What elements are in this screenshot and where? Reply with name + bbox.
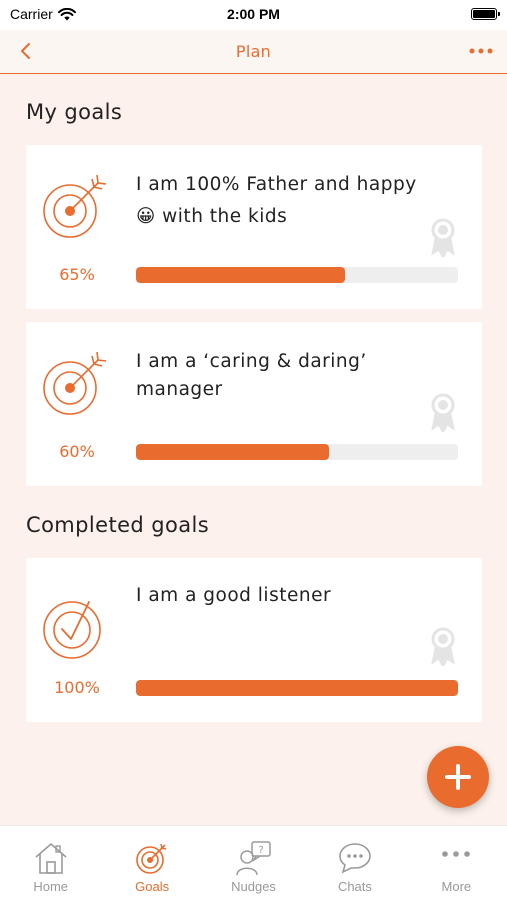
- award-badge-icon: [431, 393, 455, 432]
- target-arrow-icon: [43, 174, 107, 238]
- goal-progress-track: [136, 444, 458, 460]
- nudges-icon: ?: [235, 841, 271, 876]
- award-badge-icon: [431, 218, 455, 257]
- page-title: Plan: [235, 42, 272, 61]
- status-time: 2:00 PM: [227, 6, 280, 22]
- tab-chats[interactable]: Chats: [304, 826, 405, 900]
- my-goals-heading: My goals: [26, 100, 123, 124]
- goal-title: I am 100% Father and happy 😀 with the ki…: [136, 174, 417, 227]
- goal-card[interactable]: I am a ‘caring & daring’ manager 60%: [26, 322, 482, 486]
- svg-text:?: ?: [258, 845, 263, 856]
- battery-icon: [471, 8, 500, 20]
- goal-progress-fill: [136, 680, 458, 696]
- tab-more[interactable]: More: [406, 826, 507, 900]
- tab-nudges[interactable]: ? Nudges: [203, 826, 304, 900]
- plus-icon: [445, 764, 471, 790]
- target-icon: [136, 843, 167, 874]
- status-bar: Carrier 2:00 PM: [0, 0, 507, 30]
- home-icon: [35, 842, 67, 874]
- tab-more-label: More: [441, 879, 472, 894]
- completed-goal-card[interactable]: I am a good listener 100%: [26, 558, 482, 722]
- goal-title: I am a ‘caring & daring’ manager: [136, 351, 367, 400]
- target-check-icon: [43, 601, 101, 659]
- goal-card[interactable]: I am 100% Father and happy 😀 with the ki…: [26, 145, 482, 309]
- tab-chats-label: Chats: [337, 879, 372, 894]
- completed-goals-heading: Completed goals: [26, 513, 210, 537]
- tab-goals[interactable]: Goals: [101, 826, 202, 900]
- goal-percent: 65%: [59, 265, 95, 284]
- more-icon: [442, 851, 471, 857]
- chat-icon: [339, 843, 371, 874]
- tab-home-label: Home: [33, 879, 69, 894]
- tab-nudges-label: Nudges: [231, 879, 276, 894]
- goal-progress-track: [136, 680, 458, 696]
- goal-title: I am a good listener: [136, 585, 332, 606]
- goal-percent: 100%: [54, 678, 100, 697]
- tab-bar: Home Goals ? Nudges Chats More: [0, 825, 507, 900]
- tab-home[interactable]: Home: [0, 826, 101, 900]
- tab-goals-label: Goals: [135, 879, 170, 894]
- nav-bar: Plan: [0, 30, 507, 74]
- add-goal-button[interactable]: [427, 746, 489, 808]
- target-arrow-icon: [43, 351, 107, 415]
- goal-progress-track: [136, 267, 458, 283]
- goal-progress-fill: [136, 444, 330, 460]
- more-options-icon[interactable]: [467, 40, 495, 62]
- goal-progress-fill: [136, 267, 346, 283]
- award-badge-icon: [431, 627, 455, 666]
- goal-percent: 60%: [59, 442, 95, 461]
